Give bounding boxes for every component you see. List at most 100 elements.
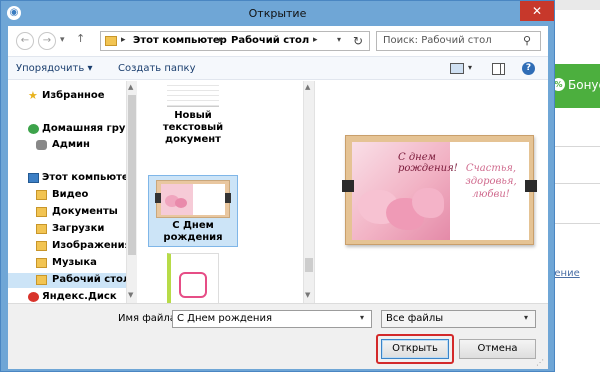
cancel-button[interactable]: Отмена: [459, 339, 536, 359]
folder-icon: [36, 275, 47, 285]
folder-icon: [36, 241, 47, 251]
magnolia-photo: С днем рождения!: [352, 142, 458, 240]
tape-decoration: [342, 180, 354, 192]
preview-pane: С днем рождения! Счастья, здоровья, любв…: [314, 81, 548, 303]
nav-item-favorites[interactable]: ★ Избранное: [8, 89, 126, 104]
folder-icon: [105, 36, 117, 46]
dialog-title: Открытие: [248, 7, 307, 20]
birthday-card-thumbnail: [155, 180, 231, 218]
back-arrow-icon[interactable]: ←: [16, 32, 34, 50]
nav-item-yandex-disk[interactable]: Яндекс.Диск: [8, 290, 126, 303]
nav-item-label: Документы: [52, 206, 118, 217]
computer-icon: [28, 173, 39, 183]
star-icon: ★: [28, 89, 38, 102]
nav-item-admin[interactable]: Админ: [8, 138, 126, 153]
breadcrumb-separator[interactable]: ▸: [313, 35, 318, 45]
divider: [548, 183, 600, 184]
nav-item-label: Рабочий стол: [52, 274, 126, 285]
nav-item-this-pc[interactable]: Этот компьютер: [8, 171, 126, 186]
card-wish-line2: здоровья,: [465, 176, 517, 187]
filetype-select[interactable]: Все файлы ▾: [381, 310, 536, 328]
nav-item-label: Музыка: [52, 257, 97, 268]
up-arrow-icon[interactable]: ↑: [76, 32, 85, 45]
nav-item-label: Видео: [52, 189, 89, 200]
greeting-image-thumbnail: [167, 253, 219, 303]
bonus-banner[interactable]: % Бонус: [548, 64, 600, 108]
filetype-value: Все файлы: [386, 313, 444, 324]
nav-item-label: Этот компьютер: [42, 172, 126, 183]
scroll-down-icon[interactable]: ▼: [128, 291, 133, 299]
breadcrumb-desktop[interactable]: Рабочий стол: [231, 35, 309, 46]
filename-field[interactable]: С Днем рождения ▾: [172, 310, 372, 328]
nav-item-label: Изображения: [52, 240, 126, 251]
forward-arrow-icon[interactable]: →: [38, 32, 56, 50]
search-icon[interactable]: ⚲: [523, 34, 531, 47]
nav-item-pictures[interactable]: Изображения: [8, 239, 126, 254]
nav-item-downloads[interactable]: Загрузки: [8, 222, 126, 237]
folder-icon: [36, 258, 47, 268]
open-button[interactable]: Открыть: [381, 339, 449, 359]
recent-locations-icon[interactable]: ▾: [60, 35, 65, 45]
nav-item-label: Загрузки: [52, 223, 105, 234]
disk-icon: [28, 292, 39, 302]
nav-item-documents[interactable]: Документы: [8, 205, 126, 220]
filename-value: С Днем рождения: [177, 313, 272, 324]
card-wish-line1: Счастья,: [465, 163, 517, 174]
search-input[interactable]: Поиск: Рабочий стол ⚲: [376, 31, 541, 51]
title-bar[interactable]: ◉ Открытие ✕: [1, 1, 554, 25]
nav-item-desktop[interactable]: Рабочий стол: [8, 273, 126, 288]
scroll-up-icon[interactable]: ▲: [128, 83, 133, 91]
file-item-text-document[interactable]: Новый текстовый документ: [148, 81, 238, 146]
new-folder-button[interactable]: Создать папку: [118, 63, 196, 74]
organize-button[interactable]: Упорядочить ▾: [16, 63, 92, 74]
file-name: Новый текстовый документ: [162, 110, 224, 145]
text-document-thumbnail: [167, 81, 219, 107]
close-button[interactable]: ✕: [520, 1, 554, 21]
address-row: ← → ▾ ↑ ▸ Этот компьютер ▸ Рабочий стол …: [8, 26, 548, 56]
scrollbar-thumb[interactable]: [305, 258, 313, 272]
view-options-icon[interactable]: [450, 63, 464, 74]
help-icon[interactable]: ?: [522, 62, 535, 75]
search-placeholder: Поиск: Рабочий стол: [383, 35, 492, 46]
nav-item-label: Избранное: [42, 90, 105, 101]
file-name: С Днем рождения: [163, 220, 223, 243]
nav-item-label: Домашняя группа: [42, 123, 126, 134]
bonus-label: Бонус: [568, 78, 600, 92]
folder-icon: [36, 207, 47, 217]
dialog-body: ← → ▾ ↑ ▸ Этот компьютер ▸ Рабочий стол …: [8, 26, 548, 369]
chevron-down-icon[interactable]: ▾: [360, 313, 364, 322]
address-dropdown-icon[interactable]: ▾: [337, 35, 341, 44]
card-wishes: Счастья, здоровья, любви!: [456, 162, 526, 201]
file-item-birthday-card[interactable]: С Днем рождения: [148, 175, 238, 247]
tape-decoration: [525, 180, 537, 192]
breadcrumb-separator[interactable]: ▸: [219, 35, 224, 45]
file-item-image[interactable]: [148, 253, 238, 303]
scroll-down-icon[interactable]: ▼: [305, 291, 310, 299]
scroll-up-icon[interactable]: ▲: [305, 83, 310, 91]
preview-pane-icon[interactable]: [492, 63, 505, 75]
folder-icon: [36, 224, 47, 234]
file-list-scrollbar[interactable]: ▲ ▼: [303, 81, 314, 303]
view-dropdown-icon[interactable]: ▾: [468, 63, 472, 72]
command-bar: Упорядочить ▾ Создать папку ▾ ?: [8, 56, 548, 80]
nav-item-homegroup[interactable]: Домашняя группа: [8, 122, 126, 137]
refresh-icon[interactable]: ↻: [353, 34, 363, 48]
divider: [548, 146, 600, 147]
chevron-down-icon[interactable]: ▾: [524, 313, 528, 322]
address-bar[interactable]: ▸ Этот компьютер ▸ Рабочий стол ▸ ▾ ↻: [100, 31, 370, 51]
divider: [548, 223, 600, 224]
navigation-scrollbar[interactable]: ▲ ▼: [126, 81, 137, 303]
open-file-dialog: ◉ Открытие ✕ ← → ▾ ↑ ▸ Этот компьютер ▸ …: [0, 0, 555, 372]
resize-grip-icon[interactable]: ⋰: [536, 358, 544, 367]
nav-item-label: Яндекс.Диск: [42, 291, 117, 302]
filename-label: Имя файла:: [118, 313, 180, 324]
nav-item-music[interactable]: Музыка: [8, 256, 126, 271]
card-wish-line3: любви!: [472, 189, 510, 200]
breadcrumb-this-pc[interactable]: Этот компьютер: [133, 35, 227, 46]
homegroup-icon: [28, 124, 39, 134]
card-heading-line1: С днем: [398, 152, 436, 163]
scrollbar-thumb[interactable]: [128, 95, 136, 255]
breadcrumb-separator[interactable]: ▸: [121, 35, 126, 45]
nav-item-video[interactable]: Видео: [8, 188, 126, 203]
birthday-card-preview: С днем рождения! Счастья, здоровья, любв…: [342, 135, 537, 245]
